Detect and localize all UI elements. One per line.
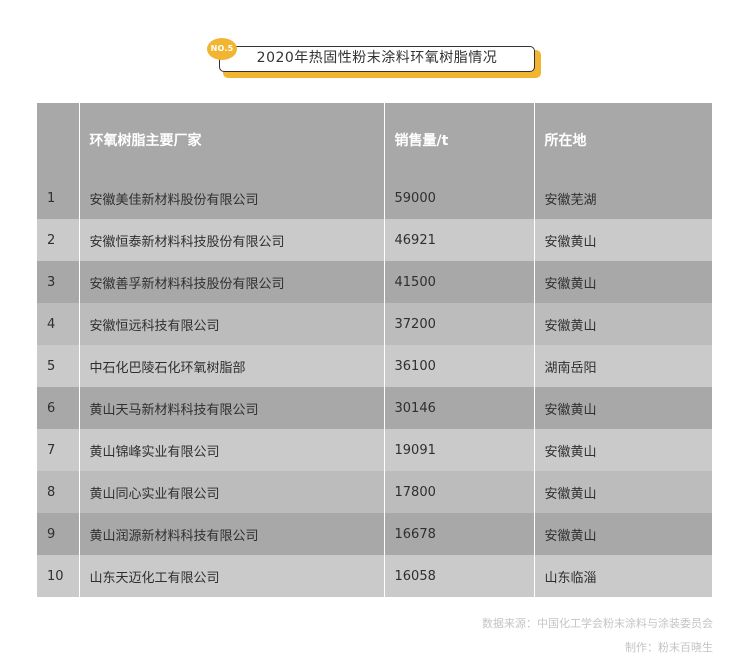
- maker-credit: 制作：粉末百晓生: [625, 641, 713, 654]
- row-index: 10: [37, 555, 80, 597]
- header-index: [37, 103, 80, 177]
- row-index: 9: [37, 513, 80, 555]
- row-index: 4: [37, 303, 80, 345]
- table-row: 2 安徽恒泰新材料科技股份有限公司 46921 安徽黄山: [37, 219, 712, 261]
- table-row: 3 安徽善孚新材料科技股份有限公司 41500 安徽黄山: [37, 261, 712, 303]
- header-sales: 销售量/t: [384, 103, 535, 177]
- row-index: 2: [37, 219, 80, 261]
- row-index: 3: [37, 261, 80, 303]
- row-manufacturer: 中石化巴陵石化环氧树脂部: [79, 345, 385, 387]
- row-index: 5: [37, 345, 80, 387]
- row-location: 安徽黄山: [534, 219, 712, 261]
- epoxy-resin-table: 环氧树脂主要厂家 销售量/t 所在地 1 安徽美佳新材料股份有限公司 59000…: [37, 103, 712, 597]
- row-sales: 30146: [384, 387, 535, 429]
- row-manufacturer: 黄山润源新材料科技有限公司: [79, 513, 385, 555]
- row-manufacturer: 山东天迈化工有限公司: [79, 555, 385, 597]
- row-location: 安徽黄山: [534, 303, 712, 345]
- row-index: 6: [37, 387, 80, 429]
- row-location: 安徽黄山: [534, 387, 712, 429]
- header-location: 所在地: [534, 103, 712, 177]
- table-row: 8 黄山同心实业有限公司 17800 安徽黄山: [37, 471, 712, 513]
- title-banner: 2020年热固性粉末涂料环氧树脂情况 NO.5: [207, 38, 547, 82]
- row-location: 安徽黄山: [534, 471, 712, 513]
- row-index: 8: [37, 471, 80, 513]
- row-sales: 41500: [384, 261, 535, 303]
- header-manufacturer: 环氧树脂主要厂家: [79, 103, 385, 177]
- row-location: 安徽黄山: [534, 513, 712, 555]
- number-badge: NO.5: [207, 38, 237, 60]
- row-location: 湖南岳阳: [534, 345, 712, 387]
- table-header-row: 环氧树脂主要厂家 销售量/t 所在地: [37, 103, 712, 177]
- table-row: 4 安徽恒远科技有限公司 37200 安徽黄山: [37, 303, 712, 345]
- row-manufacturer: 安徽美佳新材料股份有限公司: [79, 177, 385, 219]
- row-location: 安徽黄山: [534, 429, 712, 471]
- row-manufacturer: 安徽恒泰新材料科技股份有限公司: [79, 219, 385, 261]
- row-manufacturer: 黄山锦峰实业有限公司: [79, 429, 385, 471]
- table-row: 7 黄山锦峰实业有限公司 19091 安徽黄山: [37, 429, 712, 471]
- row-sales: 46921: [384, 219, 535, 261]
- row-location: 山东临淄: [534, 555, 712, 597]
- row-manufacturer: 黄山同心实业有限公司: [79, 471, 385, 513]
- row-index: 7: [37, 429, 80, 471]
- row-sales: 36100: [384, 345, 535, 387]
- data-source-note: 数据来源：中国化工学会粉末涂料与涂装委员会: [482, 617, 713, 630]
- row-manufacturer: 安徽恒远科技有限公司: [79, 303, 385, 345]
- page-title: 2020年热固性粉末涂料环氧树脂情况: [219, 46, 535, 72]
- row-sales: 37200: [384, 303, 535, 345]
- row-sales: 59000: [384, 177, 535, 219]
- row-sales: 19091: [384, 429, 535, 471]
- row-index: 1: [37, 177, 80, 219]
- row-sales: 17800: [384, 471, 535, 513]
- row-sales: 16058: [384, 555, 535, 597]
- table-row: 10 山东天迈化工有限公司 16058 山东临淄: [37, 555, 712, 597]
- table-row: 5 中石化巴陵石化环氧树脂部 36100 湖南岳阳: [37, 345, 712, 387]
- row-location: 安徽芜湖: [534, 177, 712, 219]
- table-row: 6 黄山天马新材料科技有限公司 30146 安徽黄山: [37, 387, 712, 429]
- row-sales: 16678: [384, 513, 535, 555]
- table-row: 9 黄山润源新材料科技有限公司 16678 安徽黄山: [37, 513, 712, 555]
- row-location: 安徽黄山: [534, 261, 712, 303]
- row-manufacturer: 黄山天马新材料科技有限公司: [79, 387, 385, 429]
- table-row: 1 安徽美佳新材料股份有限公司 59000 安徽芜湖: [37, 177, 712, 219]
- row-manufacturer: 安徽善孚新材料科技股份有限公司: [79, 261, 385, 303]
